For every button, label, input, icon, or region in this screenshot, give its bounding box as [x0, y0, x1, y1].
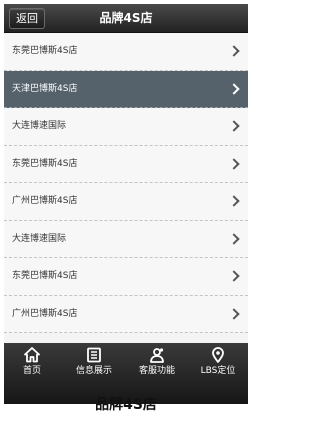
- list-item[interactable]: 广州巴博斯4S店: [4, 183, 248, 221]
- info-icon: [87, 347, 101, 363]
- list-item-label: 东莞巴博斯4S店: [12, 46, 78, 56]
- list-item-label: 东莞巴博斯4S店: [12, 271, 78, 281]
- tab-info-label: 信息展示: [75, 366, 112, 376]
- list-item-label: 广州巴博斯4S店: [12, 308, 78, 319]
- chevron-right-icon: [228, 195, 240, 207]
- tab-service-label: 客服功能: [138, 366, 175, 376]
- list-item-selected[interactable]: 天津巴博斯4S店: [4, 70, 248, 108]
- chevron-right-icon: [228, 232, 240, 245]
- list-item[interactable]: 大连博速国际: [4, 220, 248, 258]
- chevron-right-icon: [228, 82, 240, 95]
- chevron-right-icon: [228, 157, 240, 170]
- list-item-label: 大连博速国际: [12, 233, 67, 244]
- phone-screen: 品牌4S店 返回 东莞巴博斯4S店 天津巴博斯4S店 大连博速国际 东莞巴博斯4…: [4, 4, 248, 404]
- list-item[interactable]: 东莞巴博斯4S店: [4, 258, 248, 296]
- list-item[interactable]: 东莞巴博斯4S店: [4, 145, 248, 183]
- list-item-label: 东莞巴博斯4S店: [12, 158, 78, 169]
- top-bar: 品牌4S店 返回: [4, 4, 248, 33]
- list-item-label: 大连博速国际: [12, 121, 67, 131]
- tab-lbs[interactable]: LBS定位: [192, 343, 244, 381]
- list-item-label: 天津巴博斯4S店: [12, 83, 78, 94]
- list-item[interactable]: 东莞巴博斯4S店: [4, 33, 248, 71]
- list-item-label: 广州巴博斯4S店: [12, 196, 78, 206]
- tab-home-label: 首页: [22, 366, 41, 376]
- chevron-right-icon: [228, 307, 240, 320]
- chevron-right-icon: [228, 120, 240, 132]
- list-item[interactable]: 大连博速国际: [4, 108, 248, 146]
- list-item[interactable]: 广州巴博斯4S店: [4, 295, 248, 333]
- chevron-right-icon: [228, 270, 240, 282]
- location-pin-icon: [212, 347, 224, 363]
- screen-caption: 品牌4S店: [95, 397, 157, 413]
- service-icon: [150, 348, 164, 363]
- dealer-list: 东莞巴博斯4S店 天津巴博斯4S店 大连博速国际 东莞巴博斯4S店 广州巴博斯4…: [4, 33, 248, 343]
- back-button[interactable]: 返回: [9, 8, 45, 29]
- home-icon: [24, 347, 40, 363]
- chevron-right-icon: [228, 45, 240, 57]
- tab-service[interactable]: 客服功能: [128, 343, 186, 381]
- tab-info[interactable]: 信息展示: [66, 343, 122, 381]
- tab-lbs-label: LBS定位: [200, 366, 236, 376]
- tab-home[interactable]: 首页: [8, 343, 56, 381]
